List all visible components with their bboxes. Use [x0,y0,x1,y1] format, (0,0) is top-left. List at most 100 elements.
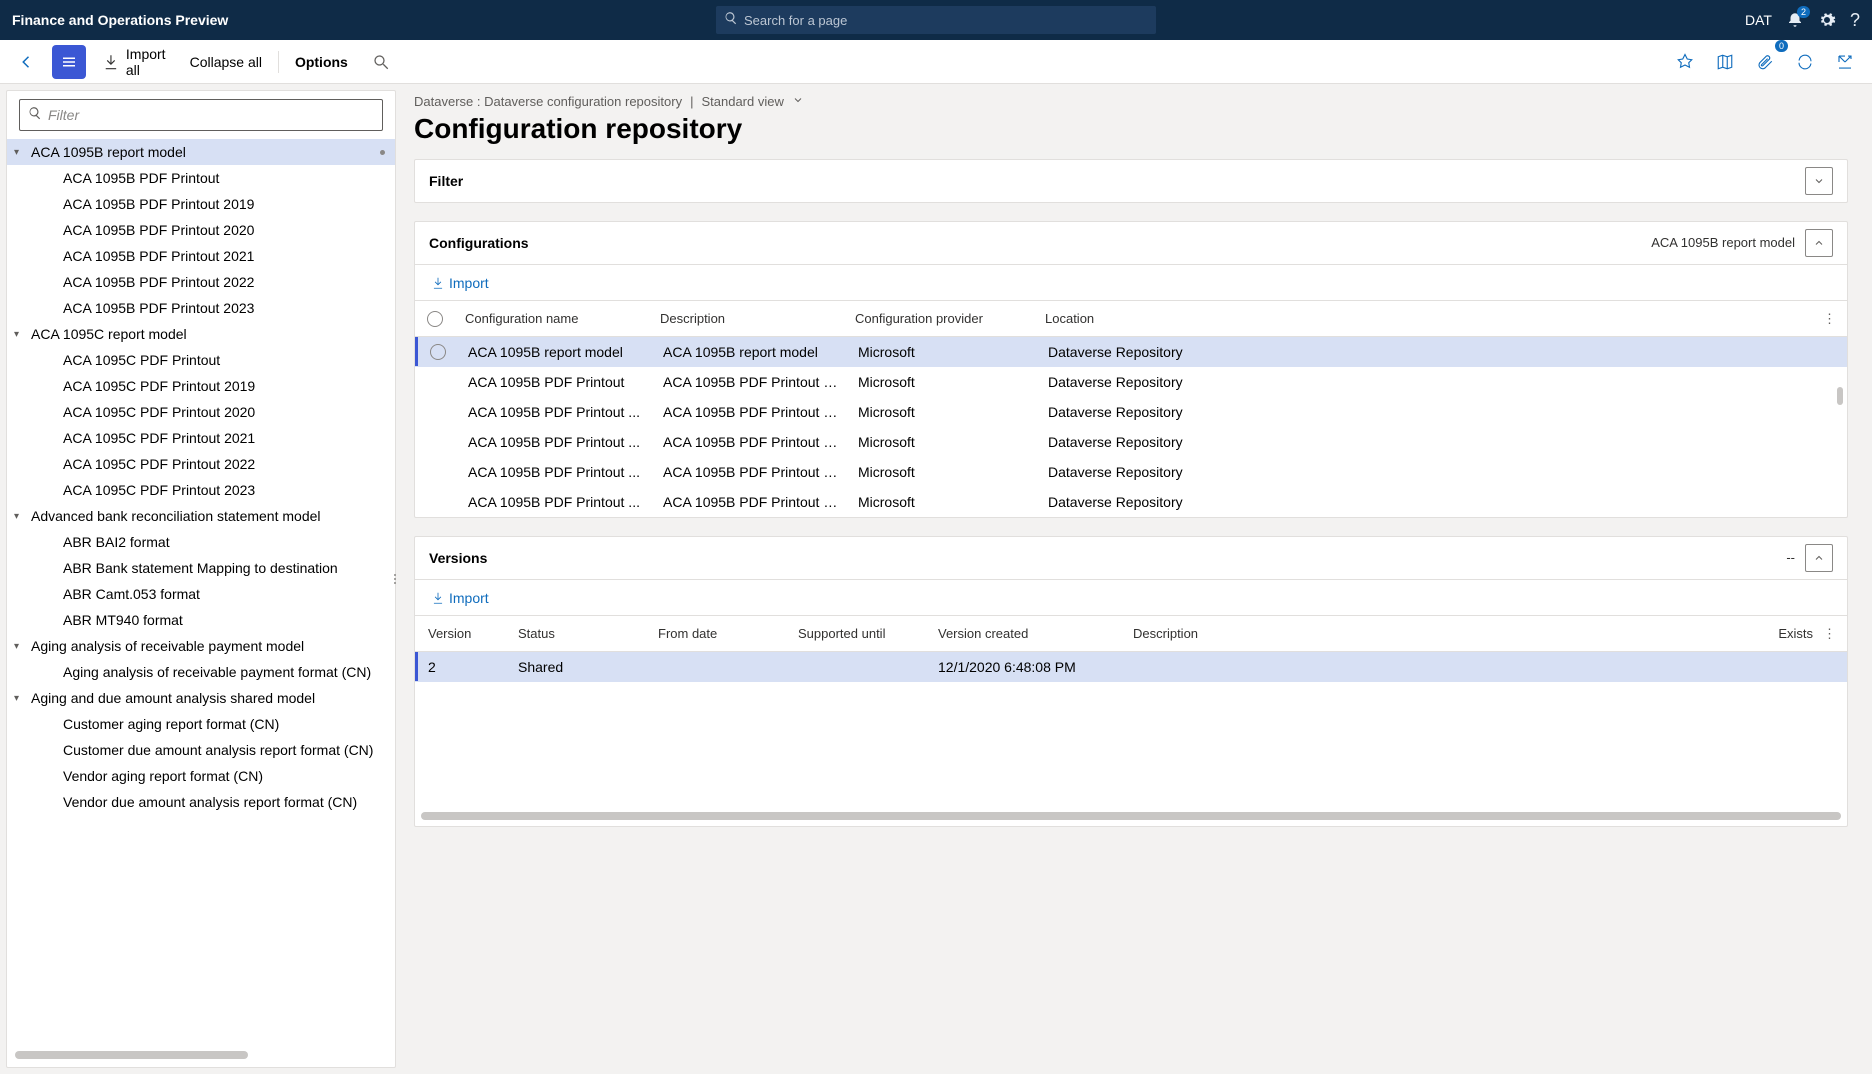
breadcrumb-view-label[interactable]: Standard view [701,94,783,109]
row-select[interactable] [418,344,458,360]
collapse-configurations-button[interactable] [1805,229,1833,257]
map-icon[interactable] [1708,45,1742,79]
options-label: Options [295,54,348,70]
cell-location: Dataverse Repository [1038,464,1847,480]
cell-provider: Microsoft [848,434,1038,450]
tree-parent[interactable]: ACA 1095B report model [7,139,395,165]
cell-name: ACA 1095B report model [458,344,653,360]
table-row[interactable]: ACA 1095B PDF Printout ...ACA 1095B PDF … [415,457,1847,487]
attachments-icon[interactable]: 0 [1748,45,1782,79]
tree-child[interactable]: ACA 1095C PDF Printout 2021 [7,425,395,451]
tree-parent[interactable]: Advanced bank reconciliation statement m… [7,503,395,529]
col-header-created[interactable]: Version created [928,626,1123,641]
collapse-all-button[interactable]: Collapse all [182,45,270,79]
horizontal-scrollbar[interactable] [421,812,1841,820]
col-header-location[interactable]: Location [1035,311,1823,326]
col-header-description[interactable]: Description [650,311,845,326]
cell-location: Dataverse Repository [1038,404,1847,420]
col-header-provider[interactable]: Configuration provider [845,311,1035,326]
tree-child[interactable]: ABR MT940 format [7,607,395,633]
col-header-supuntil[interactable]: Supported until [788,626,928,641]
cell-provider: Microsoft [848,494,1038,510]
tree-child[interactable]: ACA 1095B PDF Printout 2023 [7,295,395,321]
tree-child[interactable]: Customer due amount analysis report form… [7,737,395,763]
cell-location: Dataverse Repository [1038,494,1847,510]
tree-child[interactable]: ABR Camt.053 format [7,581,395,607]
tree-child[interactable]: Customer aging report format (CN) [7,711,395,737]
cell-location: Dataverse Repository [1038,344,1847,360]
tree-child[interactable]: ACA 1095B PDF Printout 2019 [7,191,395,217]
breadcrumb-repo[interactable]: Dataverse : Dataverse configuration repo… [414,94,682,109]
toggle-sidebar-button[interactable] [52,45,86,79]
open-new-window-icon[interactable] [1828,45,1862,79]
import-version-button[interactable]: Import [425,583,495,613]
tree-child[interactable]: ABR Bank statement Mapping to destinatio… [7,555,395,581]
cell-location: Dataverse Repository [1038,374,1847,390]
tree-child[interactable]: ACA 1095C PDF Printout 2022 [7,451,395,477]
tree-parent[interactable]: Aging and due amount analysis shared mod… [7,685,395,711]
tree-child[interactable]: ACA 1095C PDF Printout 2023 [7,477,395,503]
filter-input-wrap[interactable] [19,99,383,131]
tree-child[interactable]: ACA 1095C PDF Printout 2019 [7,373,395,399]
import-configuration-button[interactable]: Import [425,268,495,298]
configurations-title: Configurations [429,235,529,251]
col-header-status[interactable]: Status [508,626,648,641]
tree-child[interactable]: Vendor aging report format (CN) [7,763,395,789]
status-dot [380,150,385,155]
refresh-icon[interactable] [1788,45,1822,79]
table-row[interactable]: ACA 1095B PDF Printout ...ACA 1095B PDF … [415,487,1847,517]
expand-filter-button[interactable] [1805,167,1833,195]
col-header-fromdate[interactable]: From date [648,626,788,641]
tree-child[interactable]: ACA 1095C PDF Printout [7,347,395,373]
tree-child[interactable]: Vendor due amount analysis report format… [7,789,395,815]
tree-child[interactable]: ACA 1095B PDF Printout 2021 [7,243,395,269]
content-area: ACA 1095B report modelACA 1095B PDF Prin… [0,84,1872,1074]
cell-created: 12/1/2020 6:48:08 PM [928,659,1123,675]
tree-child[interactable]: ACA 1095B PDF Printout 2020 [7,217,395,243]
cell-description: ACA 1095B PDF Printout f... [653,404,848,420]
search-icon[interactable] [364,45,398,79]
collapse-versions-button[interactable] [1805,544,1833,572]
back-button[interactable] [10,45,44,79]
table-row[interactable]: ACA 1095B PDF PrintoutACA 1095B PDF Prin… [415,367,1847,397]
tree-child[interactable]: ABR BAI2 format [7,529,395,555]
cell-description: ACA 1095B PDF Printout f... [653,434,848,450]
col-header-name[interactable]: Configuration name [455,311,650,326]
breadcrumb: Dataverse : Dataverse configuration repo… [414,94,1848,109]
global-search[interactable] [716,6,1156,34]
col-header-exists[interactable]: Exists [1733,626,1823,641]
grid-menu-icon[interactable]: ⋮ [1823,626,1847,642]
vertical-scrollbar[interactable] [1837,387,1843,405]
table-row[interactable]: ACA 1095B PDF Printout ...ACA 1095B PDF … [415,397,1847,427]
tree-parent[interactable]: Aging analysis of receivable payment mod… [7,633,395,659]
col-header-version[interactable]: Version [418,626,508,641]
tree-child[interactable]: ACA 1095B PDF Printout [7,165,395,191]
chevron-down-icon[interactable] [792,94,804,109]
reminders-icon[interactable]: 2 [1786,11,1804,29]
options-button[interactable]: Options [287,45,356,79]
horizontal-scrollbar[interactable] [15,1051,248,1059]
select-all-toggle[interactable] [415,311,455,327]
configuration-tree[interactable]: ACA 1095B report modelACA 1095B PDF Prin… [7,139,395,1051]
global-search-input[interactable] [744,13,1148,28]
col-header-desc[interactable]: Description [1123,626,1733,641]
collapse-all-label: Collapse all [190,54,262,70]
cell-description: ACA 1095B report model [653,344,848,360]
tree-child[interactable]: ACA 1095C PDF Printout 2020 [7,399,395,425]
filter-input[interactable] [48,107,374,123]
cell-version: 2 [418,659,508,675]
legal-entity-label[interactable]: DAT [1745,12,1772,28]
table-row[interactable]: ACA 1095B report modelACA 1095B report m… [415,337,1847,367]
table-row[interactable]: 2Shared12/1/2020 6:48:08 PM [415,652,1847,682]
grid-menu-icon[interactable]: ⋮ [1823,311,1847,327]
gear-icon[interactable] [1818,11,1836,29]
tree-child[interactable]: Aging analysis of receivable payment for… [7,659,395,685]
table-row[interactable]: ACA 1095B PDF Printout ...ACA 1095B PDF … [415,427,1847,457]
import-all-button[interactable]: Import all [94,45,174,79]
tree-parent[interactable]: ACA 1095C report model [7,321,395,347]
cell-description: ACA 1095B PDF Printout f... [653,494,848,510]
personalize-icon[interactable] [1668,45,1702,79]
help-icon[interactable]: ? [1850,10,1860,31]
tree-child[interactable]: ACA 1095B PDF Printout 2022 [7,269,395,295]
versions-title: Versions [429,550,487,566]
